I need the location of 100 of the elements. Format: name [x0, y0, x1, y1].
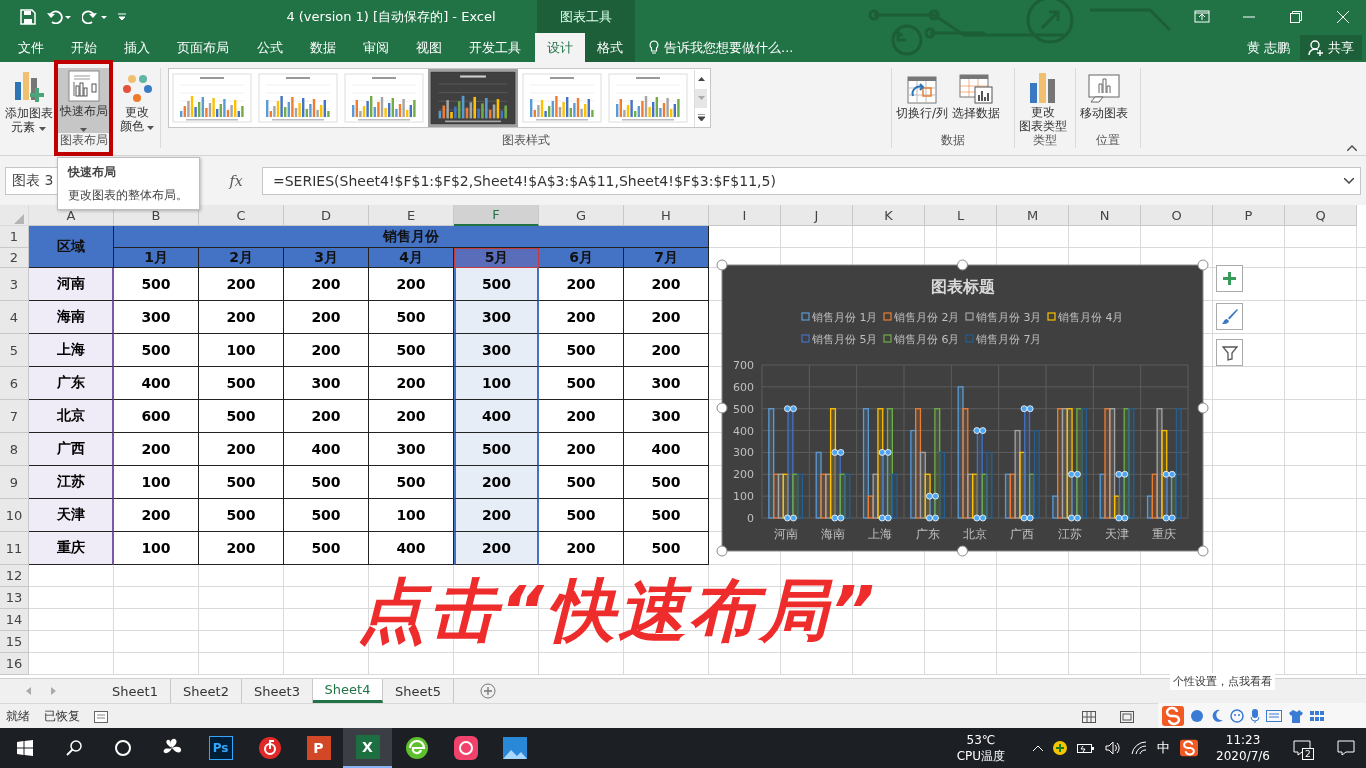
axis-tick-label: 600 — [733, 380, 754, 394]
table-header-cell: 2月 — [199, 248, 284, 268]
table-cell: 500 — [199, 499, 284, 532]
table-cell: 500 — [114, 334, 199, 367]
table-cell: 100 — [454, 367, 539, 400]
status-text: 已恢复 — [44, 708, 80, 725]
table-cell: 100 — [199, 334, 284, 367]
table-cell: 北京 — [29, 400, 114, 433]
table-cell: 100 — [114, 466, 199, 499]
table-cell: 200 — [539, 400, 624, 433]
table-cell: 400 — [624, 433, 709, 466]
annotation-caption: 点击“快速布局” — [358, 570, 878, 652]
axis-tick-label: 100 — [733, 490, 754, 504]
table-cell: 200 — [284, 301, 369, 334]
table-header-cell: 7月 — [624, 248, 709, 268]
table-cell: 500 — [624, 532, 709, 565]
axis-category-label: 江苏 — [1057, 527, 1082, 541]
group-label: 类型 — [1032, 133, 1058, 148]
axis-tick-label: 0 — [747, 512, 754, 525]
table-cell: 500 — [624, 466, 709, 499]
table-cell: 200 — [284, 334, 369, 367]
window-title: 4 (version 1) [自动保存的] - Excel — [285, 7, 497, 26]
group-label: 位置 — [1095, 133, 1121, 148]
table-cell: 500 — [369, 301, 454, 334]
table-cell: 天津 — [29, 499, 114, 532]
table-cell: 200 — [624, 334, 709, 367]
table-cell: 500 — [369, 334, 454, 367]
table-cell: 江苏 — [29, 466, 114, 499]
axis-category-label: 河南 — [773, 527, 798, 541]
axis-tick-label: 200 — [733, 468, 754, 482]
table-cell: 500 — [284, 466, 369, 499]
table-cell: 500 — [624, 499, 709, 532]
table-cell: 400 — [114, 367, 199, 400]
table-cell: 500 — [369, 466, 454, 499]
table-cell: 300 — [284, 367, 369, 400]
table-cell: 200 — [369, 268, 454, 301]
axis-category-label: 北京 — [963, 527, 987, 541]
tooltip-title: 快速布局 — [68, 164, 117, 181]
table-cell: 200 — [199, 301, 284, 334]
table-cell: 200 — [114, 433, 199, 466]
axis-tick-label: 700 — [733, 359, 754, 372]
table-cell: 500 — [114, 268, 199, 301]
group-label: 图表样式 — [501, 133, 551, 148]
table-cell: 重庆 — [29, 532, 114, 565]
table-cell: 200 — [539, 268, 624, 301]
status-text: 就绪 — [6, 708, 30, 725]
table-cell: 200 — [539, 532, 624, 565]
temperature-label: CPU温度 — [956, 748, 1006, 764]
table-cell: 500 — [284, 532, 369, 565]
table-cell: 500 — [284, 499, 369, 532]
table-cell: 200 — [199, 433, 284, 466]
table-header-cell: 3月 — [284, 248, 369, 268]
table-cell: 300 — [624, 367, 709, 400]
user-name: 黄 志鹏 — [1246, 38, 1290, 57]
table-cell: 广东 — [29, 367, 114, 400]
table-cell: 500 — [199, 367, 284, 400]
table-cell: 200 — [284, 400, 369, 433]
table-cell: 200 — [199, 532, 284, 565]
group-label: 数据 — [940, 133, 966, 148]
ime-tip: 个性设置，点我看看 — [1170, 673, 1275, 690]
table-cell: 600 — [114, 400, 199, 433]
table-header-cell: 4月 — [369, 248, 454, 268]
table-cell: 200 — [284, 268, 369, 301]
table-cell: 400 — [454, 400, 539, 433]
table-cell: 200 — [539, 301, 624, 334]
tooltip-text: 更改图表的整体布局。 — [68, 187, 189, 204]
table-cell: 200 — [454, 499, 539, 532]
table-cell: 300 — [454, 301, 539, 334]
table-cell: 200 — [454, 466, 539, 499]
group-label: 图表布局 — [59, 133, 109, 148]
table-cell: 200 — [369, 400, 454, 433]
table-header-cell: 1月 — [114, 248, 199, 268]
table-cell: 500 — [539, 466, 624, 499]
table-cell: 300 — [454, 334, 539, 367]
table-cell: 500 — [199, 400, 284, 433]
table-cell: 200 — [114, 499, 199, 532]
axis-category-label: 天津 — [1105, 527, 1129, 541]
table-cell: 400 — [369, 532, 454, 565]
table-cell: 400 — [284, 433, 369, 466]
notification-badge: 2 — [1302, 748, 1314, 760]
axis-tick-label: 300 — [733, 446, 754, 460]
table-cell: 200 — [199, 268, 284, 301]
table-cell: 300 — [369, 433, 454, 466]
table-cell: 500 — [454, 268, 539, 301]
table-cell: 200 — [624, 301, 709, 334]
axis-category-label: 广西 — [1010, 527, 1035, 541]
table-cell: 300 — [114, 301, 199, 334]
table-cell: 200 — [369, 367, 454, 400]
table-header-cell: 销售月份 — [114, 226, 709, 248]
table-header-cell: 6月 — [539, 248, 624, 268]
context-tab-label: 图表工具 — [537, 0, 635, 33]
axis-category-label: 重庆 — [1152, 527, 1177, 541]
table-cell: 300 — [624, 400, 709, 433]
table-cell: 海南 — [29, 301, 114, 334]
axis-tick-label: 400 — [733, 424, 754, 438]
table-header-cell: 区域 — [29, 226, 114, 268]
table-cell: 200 — [454, 532, 539, 565]
table-cell: 200 — [539, 433, 624, 466]
table-header-cell: 5月 — [454, 248, 539, 268]
table-cell: 500 — [539, 367, 624, 400]
